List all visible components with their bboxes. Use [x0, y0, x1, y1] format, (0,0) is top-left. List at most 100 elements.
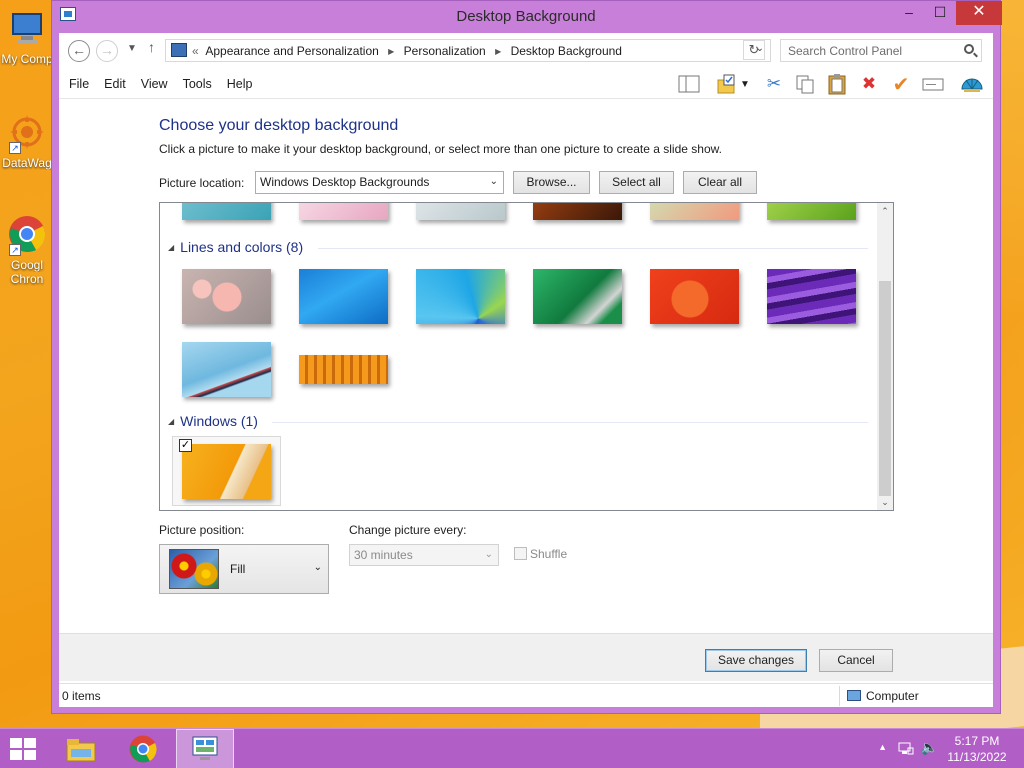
browse-button[interactable]: Browse... — [513, 171, 590, 194]
wallpaper-thumbnail[interactable] — [650, 203, 739, 220]
wallpaper-thumbnail[interactable] — [533, 269, 622, 324]
taskbar-control-panel[interactable] — [176, 729, 234, 768]
group-header-windows[interactable]: ◢ Windows (1) — [168, 413, 258, 429]
wallpaper-thumbnail[interactable] — [767, 203, 856, 220]
change-interval-select[interactable]: 30 minutes ⌄ — [349, 544, 499, 566]
wallpaper-thumbnail[interactable] — [416, 269, 505, 324]
picture-position-select[interactable]: Fill ⌄ — [159, 544, 329, 594]
up-button[interactable]: ↑ — [148, 39, 155, 55]
window-client-area: ← → ▼ ↑ « Appearance and Personalization… — [59, 33, 993, 707]
change-interval-value: 30 minutes — [354, 548, 413, 562]
datawag-icon: ↗ — [7, 112, 47, 154]
page-description: Click a picture to make it your desktop … — [159, 142, 722, 156]
copy-icon[interactable] — [792, 71, 818, 97]
maximize-button[interactable]: ☐ — [925, 1, 955, 25]
wallpaper-thumbnail[interactable] — [182, 269, 271, 324]
desktop-icon-label-line1: Googl — [10, 258, 44, 272]
shuffle-checkbox[interactable]: Shuffle — [514, 547, 567, 561]
menu-bar: File Edit View Tools Help ▼ ✂ ✖ ✔ — [59, 69, 993, 99]
windows-logo-icon — [10, 738, 22, 748]
chevron-down-icon: ⌄ — [313, 562, 322, 573]
properties-dropdown-icon[interactable]: ▼ — [738, 71, 752, 97]
desktop-icon-datawag[interactable]: ↗ DataWag — [0, 112, 54, 170]
title-bar[interactable]: Desktop Background – ☐ ✕ — [52, 1, 1002, 33]
wallpaper-thumbnail[interactable] — [182, 342, 271, 397]
wallpaper-gallery: ◢ Lines and colors (8) ◢ Windows (1) ✓ ⌃ — [159, 202, 894, 511]
cancel-button[interactable]: Cancel — [819, 649, 893, 672]
wallpaper-checkbox[interactable]: ✓ — [179, 439, 192, 452]
wallpaper-thumbnail[interactable] — [767, 269, 856, 324]
search-icon[interactable] — [964, 44, 974, 54]
taskbar-google-chrome[interactable] — [114, 729, 172, 768]
control-panel-icon — [171, 43, 187, 57]
menu-file[interactable]: File — [69, 77, 89, 91]
scrollbar-thumb[interactable] — [879, 281, 891, 496]
desktop-icon-label: My Comp — [1, 52, 53, 66]
group-title: Lines and colors (8) — [180, 239, 304, 255]
menu-edit[interactable]: Edit — [104, 77, 126, 91]
recent-locations-icon[interactable]: ▼ — [127, 43, 137, 54]
paste-icon[interactable] — [824, 71, 850, 97]
scroll-down-icon[interactable]: ⌄ — [877, 494, 893, 510]
back-button[interactable]: ← — [68, 40, 90, 62]
clock[interactable]: 5:17 PM 11/13/2022 — [942, 733, 1012, 765]
breadcrumb-separator-icon[interactable]: ▶ — [388, 47, 394, 56]
wallpaper-thumbnail[interactable] — [533, 203, 622, 220]
menu-help[interactable]: Help — [227, 77, 253, 91]
delete-icon[interactable]: ✖ — [856, 71, 882, 97]
save-changes-button[interactable]: Save changes — [705, 649, 807, 672]
minimize-button[interactable]: – — [894, 1, 924, 25]
wallpaper-thumbnail[interactable] — [299, 355, 388, 384]
breadcrumb-overflow[interactable]: « — [192, 44, 199, 58]
chrome-icon — [129, 735, 157, 763]
close-button[interactable]: ✕ — [956, 1, 1002, 25]
collapse-triangle-icon[interactable]: ◢ — [168, 243, 174, 252]
wallpaper-thumbnail[interactable] — [182, 203, 271, 220]
group-header-lines-and-colors[interactable]: ◢ Lines and colors (8) — [168, 239, 303, 255]
wallpaper-thumbnail[interactable] — [416, 203, 505, 220]
volume-icon[interactable]: 🔈 — [921, 739, 938, 756]
clear-all-button[interactable]: Clear all — [683, 171, 757, 194]
wallpaper-thumbnail[interactable] — [299, 269, 388, 324]
cut-icon[interactable]: ✂ — [761, 71, 787, 97]
picture-position-preview — [169, 549, 219, 589]
network-icon[interactable] — [898, 740, 914, 759]
selected-wallpaper-tile[interactable]: ✓ — [172, 436, 281, 506]
folder-properties-icon[interactable] — [714, 71, 740, 97]
show-hidden-icons[interactable]: ▲ — [878, 742, 887, 752]
address-bar[interactable]: « Appearance and Personalization ▶ Perso… — [165, 39, 771, 62]
chrome-icon: ↗ — [7, 214, 47, 256]
desktop-icon-my-computer[interactable]: My Comp — [0, 8, 54, 66]
desktop-icon-label: DataWag — [2, 156, 52, 170]
picture-location-select[interactable]: Windows Desktop Backgrounds ⌄ — [255, 171, 504, 194]
change-picture-label: Change picture every: — [349, 523, 467, 537]
breadcrumb-separator-icon[interactable]: ▶ — [495, 47, 501, 56]
menu-view[interactable]: View — [141, 77, 168, 91]
search-input[interactable] — [788, 41, 958, 60]
forward-button[interactable]: → — [96, 40, 118, 62]
group-title: Windows (1) — [180, 413, 258, 429]
breadcrumb-personalization[interactable]: Personalization — [404, 44, 486, 58]
menu-tools[interactable]: Tools — [183, 77, 212, 91]
search-box[interactable] — [780, 39, 982, 62]
start-button[interactable] — [10, 738, 38, 760]
gallery-scrollbar[interactable]: ⌃ ⌄ — [877, 203, 893, 510]
wallpaper-thumbnail[interactable] — [299, 203, 388, 220]
breadcrumb-appearance[interactable]: Appearance and Personalization — [205, 44, 378, 58]
breadcrumb: « Appearance and Personalization ▶ Perso… — [192, 44, 622, 58]
desktop-background-window: Desktop Background – ☐ ✕ ← → ▼ ↑ « Appea… — [51, 0, 1002, 714]
refresh-button[interactable]: ↻ — [743, 40, 765, 60]
breadcrumb-desktop-background[interactable]: Desktop Background — [511, 44, 622, 58]
shell-icon[interactable] — [959, 71, 985, 97]
taskbar-file-explorer[interactable] — [52, 729, 110, 768]
desktop-icon-google-chrome[interactable]: ↗ Googl Chron — [0, 214, 54, 286]
desktop-icon-label-line2: Chron — [10, 272, 44, 286]
pane-icon[interactable] — [676, 71, 702, 97]
check-icon[interactable]: ✔ — [888, 71, 914, 97]
scroll-up-icon[interactable]: ⌃ — [877, 203, 893, 219]
wallpaper-thumbnail[interactable] — [650, 269, 739, 324]
rename-icon[interactable] — [920, 71, 946, 97]
collapse-triangle-icon[interactable]: ◢ — [168, 417, 174, 426]
shuffle-label: Shuffle — [530, 547, 568, 561]
select-all-button[interactable]: Select all — [599, 171, 674, 194]
